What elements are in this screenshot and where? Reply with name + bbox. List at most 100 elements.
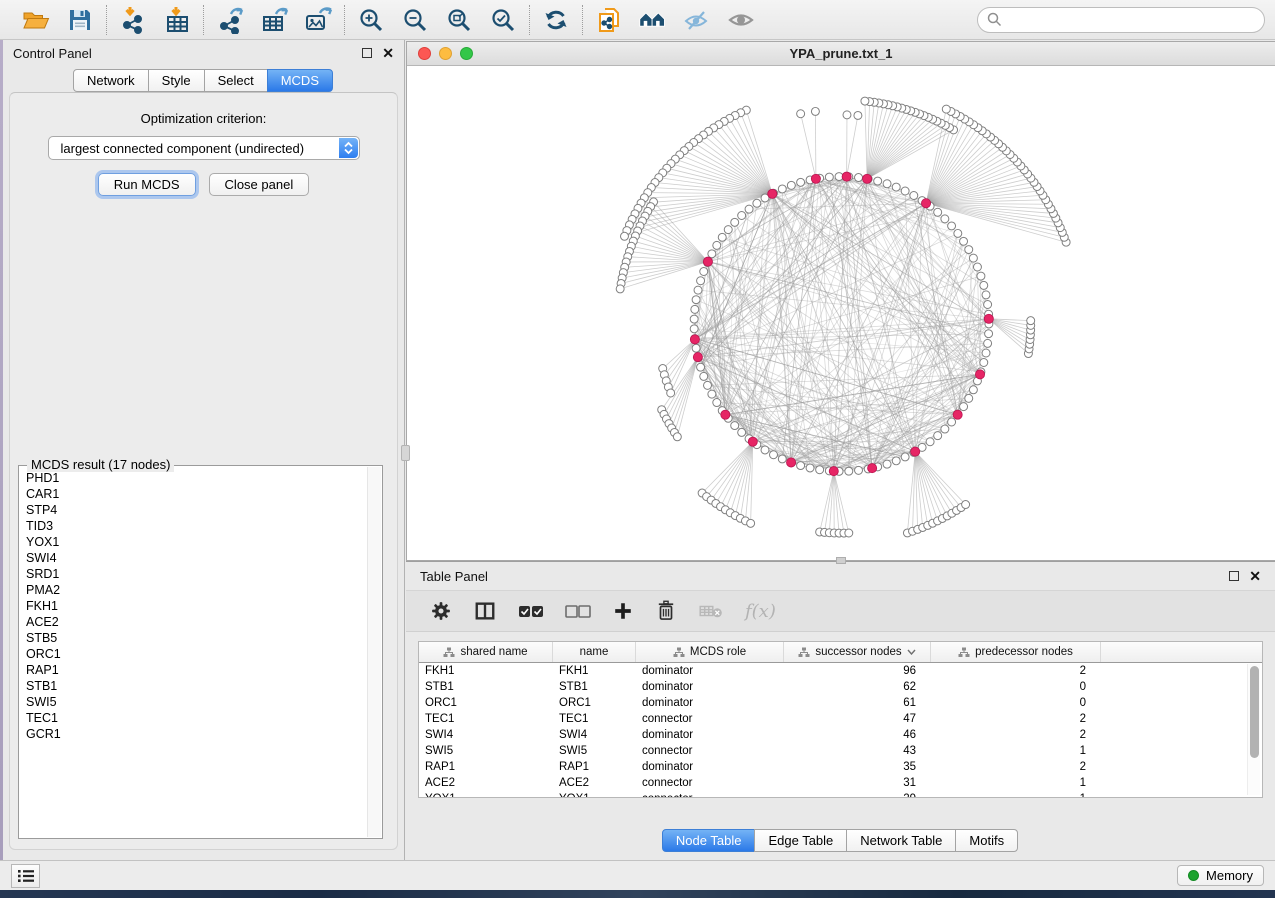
table-cell: RAP1	[553, 759, 636, 775]
zoom-fit-button[interactable]	[444, 5, 474, 35]
table-row[interactable]: SWI5SWI5connector431	[419, 743, 1246, 759]
zoom-out-button[interactable]	[400, 5, 430, 35]
trash-icon	[655, 599, 677, 623]
delete-column-button[interactable]	[655, 599, 677, 623]
mcds-result-item[interactable]: STB1	[21, 678, 365, 694]
memory-button[interactable]: Memory	[1177, 865, 1264, 886]
show-hidden-button[interactable]	[726, 5, 756, 35]
float-panel-icon[interactable]	[1229, 571, 1239, 581]
table-row[interactable]: ORC1ORC1dominator610	[419, 695, 1246, 711]
mcds-result-item[interactable]: PHD1	[21, 470, 365, 486]
search-field[interactable]	[977, 7, 1265, 33]
first-neighbors-button[interactable]	[638, 5, 668, 35]
table-cell: 62	[784, 679, 931, 695]
table-cell: 2	[931, 727, 1101, 743]
minimize-window-button[interactable]	[439, 47, 452, 60]
apply-layout-button[interactable]	[541, 5, 571, 35]
table-scrollbar[interactable]	[1247, 664, 1260, 795]
tab-select[interactable]: Select	[204, 69, 268, 92]
export-network-button[interactable]	[215, 5, 245, 35]
close-panel-icon[interactable]: ✕	[382, 48, 394, 58]
table-cell: 1	[931, 743, 1101, 759]
table-row[interactable]: TEC1TEC1connector472	[419, 711, 1246, 727]
tab-motifs[interactable]: Motifs	[955, 829, 1018, 852]
mcds-result-item[interactable]: RAP1	[21, 662, 365, 678]
tab-edge-table[interactable]: Edge Table	[754, 829, 847, 852]
mcds-result-item[interactable]: ORC1	[21, 646, 365, 662]
show-columns-button[interactable]	[473, 600, 497, 622]
column-header-mcds-role[interactable]: MCDS role	[636, 642, 784, 662]
mcds-result-item[interactable]: SWI4	[21, 550, 365, 566]
tab-style[interactable]: Style	[148, 69, 205, 92]
mcds-result-item[interactable]: ACE2	[21, 614, 365, 630]
float-panel-icon[interactable]	[362, 48, 372, 58]
duplicate-network-icon	[595, 6, 623, 34]
table-scrollbar-thumb[interactable]	[1250, 666, 1259, 758]
table-cell: connector	[636, 791, 784, 797]
close-panel-icon[interactable]: ✕	[1249, 571, 1261, 581]
duplicate-network-button[interactable]	[594, 5, 624, 35]
table-cell: 2	[931, 663, 1101, 679]
table-cell: 31	[784, 775, 931, 791]
tab-mcds[interactable]: MCDS	[267, 69, 333, 92]
criterion-dropdown[interactable]: largest connected component (undirected)	[48, 136, 360, 160]
select-all-columns-button[interactable]	[518, 603, 544, 619]
mcds-result-item[interactable]: SRD1	[21, 566, 365, 582]
table-cell: ACE2	[419, 775, 553, 791]
table-cell: 43	[784, 743, 931, 759]
deselect-all-columns-button[interactable]	[565, 603, 591, 619]
open-session-button[interactable]	[21, 5, 51, 35]
mcds-result-item[interactable]: STB5	[21, 630, 365, 646]
task-history-button[interactable]	[11, 864, 40, 888]
mcds-result-item[interactable]: PMA2	[21, 582, 365, 598]
mcds-result-item[interactable]: TEC1	[21, 710, 365, 726]
table-settings-button[interactable]	[430, 600, 452, 622]
mcds-result-item[interactable]: TID3	[21, 518, 365, 534]
save-session-button[interactable]	[65, 5, 95, 35]
create-column-button[interactable]	[612, 600, 634, 622]
table-cell: connector	[636, 775, 784, 791]
export-image-button[interactable]	[303, 5, 333, 35]
export-table-button[interactable]	[259, 5, 289, 35]
close-panel-button[interactable]: Close panel	[209, 173, 310, 196]
table-cell: SWI4	[419, 727, 553, 743]
table-cell: SWI5	[419, 743, 553, 759]
import-network-button[interactable]	[118, 5, 148, 35]
close-window-button[interactable]	[418, 47, 431, 60]
column-header-shared-name[interactable]: shared name	[419, 642, 553, 662]
mcds-result-item[interactable]: SWI5	[21, 694, 365, 710]
column-label: predecessor nodes	[975, 646, 1073, 658]
network-graph[interactable]	[407, 67, 1275, 560]
mcds-result-item[interactable]: YOX1	[21, 534, 365, 550]
horizontal-splitter-handle[interactable]	[836, 557, 846, 564]
zoom-in-button[interactable]	[356, 5, 386, 35]
mcds-result-item[interactable]: FKH1	[21, 598, 365, 614]
hide-selected-button[interactable]	[682, 5, 712, 35]
tab-node-table[interactable]: Node Table	[662, 829, 756, 852]
table-row[interactable]: STB1STB1dominator620	[419, 679, 1246, 695]
save-floppy-icon	[67, 7, 93, 33]
mcds-list-scrollbar[interactable]	[367, 467, 381, 837]
table-cell: STB1	[419, 679, 553, 695]
table-row[interactable]: ACE2ACE2connector311	[419, 775, 1246, 791]
mcds-result-item[interactable]: STP4	[21, 502, 365, 518]
tab-network[interactable]: Network	[73, 69, 149, 92]
import-table-button[interactable]	[162, 5, 192, 35]
table-row[interactable]: FKH1FKH1dominator962	[419, 663, 1246, 679]
mcds-result-item[interactable]: CAR1	[21, 486, 365, 502]
column-header-successor-nodes[interactable]: successor nodes	[784, 642, 931, 662]
tab-network-table[interactable]: Network Table	[846, 829, 956, 852]
column-header-name[interactable]: name	[553, 642, 636, 662]
vertical-splitter-handle[interactable]	[401, 445, 410, 461]
table-cell: 2	[931, 759, 1101, 775]
mcds-result-item[interactable]: GCR1	[21, 726, 365, 742]
zoom-selected-button[interactable]	[488, 5, 518, 35]
network-canvas[interactable]	[407, 67, 1275, 560]
run-mcds-button[interactable]: Run MCDS	[98, 173, 196, 196]
table-row[interactable]: YOX1YOX1connector291	[419, 791, 1246, 797]
maximize-window-button[interactable]	[460, 47, 473, 60]
table-row[interactable]: RAP1RAP1dominator352	[419, 759, 1246, 775]
column-header-predecessor-nodes[interactable]: predecessor nodes	[931, 642, 1101, 662]
table-row[interactable]: SWI4SWI4dominator462	[419, 727, 1246, 743]
search-input[interactable]	[1008, 11, 1255, 28]
